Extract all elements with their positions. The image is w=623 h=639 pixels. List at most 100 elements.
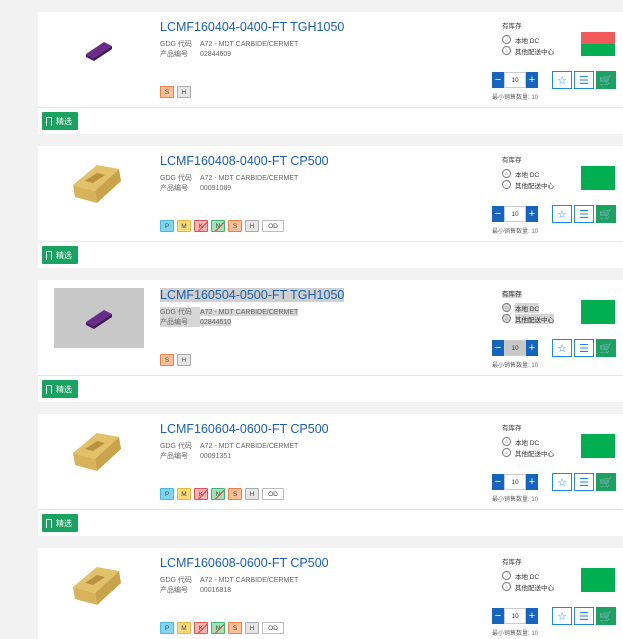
add-to-cart-button[interactable]: 🛒 bbox=[596, 339, 616, 357]
product-image[interactable] bbox=[54, 154, 144, 214]
add-to-cart-button[interactable]: 🛒 bbox=[596, 473, 616, 491]
product-title-link[interactable]: LCMF160608-0600-FT CP500 bbox=[160, 556, 329, 570]
quantity-stepper: − 10 + bbox=[492, 608, 538, 624]
distribution-icon: ⌂ bbox=[502, 448, 511, 457]
product-number-label: 产品编号 bbox=[160, 453, 188, 460]
warehouse-icon: ⌂ bbox=[502, 35, 511, 44]
product-image[interactable] bbox=[54, 422, 144, 482]
featured-button[interactable]: 精选 bbox=[42, 514, 78, 532]
star-icon: ☆ bbox=[557, 208, 567, 221]
product-number-label: 产品编号 bbox=[160, 317, 200, 327]
product-number-row: 产品编号 02844610 bbox=[160, 317, 232, 327]
list-icon: ☰ bbox=[579, 74, 589, 87]
quantity-input[interactable]: 10 bbox=[504, 206, 526, 222]
quantity-input[interactable]: 10 bbox=[504, 340, 526, 356]
product-image[interactable] bbox=[54, 556, 144, 616]
material-badge-s: S bbox=[160, 86, 174, 98]
warehouse-icon: ⌂ bbox=[502, 303, 511, 312]
decrease-quantity-button[interactable]: − bbox=[492, 340, 504, 356]
add-to-cart-button[interactable]: 🛒 bbox=[596, 607, 616, 625]
product-number-value: 02844609 bbox=[200, 51, 232, 58]
gdg-label: GDG 代码 bbox=[160, 41, 192, 48]
material-badges: P M K N S H OD bbox=[160, 220, 284, 232]
favorite-button[interactable]: ☆ bbox=[552, 607, 572, 625]
min-order-quantity: 最小销售数量: 10 bbox=[492, 95, 539, 101]
decrease-quantity-button[interactable]: − bbox=[492, 474, 504, 490]
product-card: LCMF160604-0600-FT CP500 GDG 代码 A72 - MDT… bbox=[38, 414, 623, 536]
compare-button[interactable]: ☰ bbox=[574, 205, 594, 223]
decrease-quantity-button[interactable]: − bbox=[492, 72, 504, 88]
product-title-link[interactable]: LCMF160604-0600-FT CP500 bbox=[160, 422, 329, 436]
other-dc-status bbox=[581, 44, 615, 56]
product-number-row: 产品编号 00016818 bbox=[160, 585, 231, 595]
product-image[interactable] bbox=[54, 288, 144, 348]
product-actions: ☆ ☰ 🛒 bbox=[552, 71, 616, 89]
quantity-input[interactable]: 10 bbox=[504, 608, 526, 624]
local-dc-status bbox=[581, 166, 615, 178]
cart-icon: 🛒 bbox=[599, 342, 613, 355]
favorite-button[interactable]: ☆ bbox=[552, 71, 572, 89]
favorite-button[interactable]: ☆ bbox=[552, 205, 572, 223]
featured-label: 精选 bbox=[56, 518, 72, 528]
compare-button[interactable]: ☰ bbox=[574, 607, 594, 625]
product-actions: ☆ ☰ 🛒 bbox=[552, 205, 616, 223]
favorite-button[interactable]: ☆ bbox=[552, 473, 572, 491]
decrease-quantity-button[interactable]: − bbox=[492, 206, 504, 222]
star-icon: ☆ bbox=[557, 342, 567, 355]
featured-button[interactable]: 精选 bbox=[42, 380, 78, 398]
add-to-cart-button[interactable]: 🛒 bbox=[596, 205, 616, 223]
cart-icon: 🛒 bbox=[599, 476, 613, 489]
increase-quantity-button[interactable]: + bbox=[526, 608, 538, 624]
quantity-stepper: − 10 + bbox=[492, 474, 538, 490]
material-badge-m: M bbox=[177, 622, 191, 634]
product-card: LCMF160504-0500-FT TGH1050 GDG 代码 A72 - M… bbox=[38, 280, 623, 402]
min-order-quantity: 最小销售数量: 10 bbox=[492, 229, 539, 235]
increase-quantity-button[interactable]: + bbox=[526, 72, 538, 88]
product-number-value: 02844610 bbox=[200, 319, 232, 326]
other-dc-status bbox=[581, 446, 615, 458]
gdg-code-row: GDG 代码 A72 - MDT CARBIDE/CERMET bbox=[160, 441, 298, 451]
product-image[interactable] bbox=[54, 20, 144, 80]
in-stock-label: 有库存 bbox=[502, 425, 522, 432]
featured-button[interactable]: 精选 bbox=[42, 112, 78, 130]
product-title-link[interactable]: LCMF160404-0400-FT TGH1050 bbox=[160, 20, 344, 34]
material-badge-m: M bbox=[177, 488, 191, 500]
compare-button[interactable]: ☰ bbox=[574, 339, 594, 357]
gdg-label: GDG 代码 bbox=[160, 577, 192, 584]
in-stock-label: 有库存 bbox=[502, 23, 522, 30]
gdg-code-row: GDG 代码 A72 - MDT CARBIDE/CERMET bbox=[160, 173, 298, 183]
list-icon: ☰ bbox=[579, 610, 589, 623]
other-dc-label: 其他配送中心 bbox=[515, 584, 554, 592]
favorite-button[interactable]: ☆ bbox=[552, 339, 572, 357]
min-order-quantity: 最小销售数量: 10 bbox=[492, 631, 539, 637]
compare-button[interactable]: ☰ bbox=[574, 473, 594, 491]
gdg-label: GDG 代码 bbox=[160, 307, 200, 317]
local-dc-label: 本地 DC bbox=[515, 439, 540, 447]
bookmark-icon bbox=[46, 384, 52, 394]
quantity-input[interactable]: 10 bbox=[504, 72, 526, 88]
stock-info: 有库存 ⌂ 本地 DC ⌂ 其他配送中心 bbox=[502, 288, 554, 324]
product-title-link[interactable]: LCMF160408-0400-FT CP500 bbox=[160, 154, 329, 168]
stock-status-indicator bbox=[581, 32, 615, 56]
local-dc-status bbox=[581, 568, 615, 580]
product-number-label: 产品编号 bbox=[160, 185, 188, 192]
product-title-link[interactable]: LCMF160504-0500-FT TGH1050 bbox=[160, 288, 345, 302]
increase-quantity-button[interactable]: + bbox=[526, 340, 538, 356]
add-to-cart-button[interactable]: 🛒 bbox=[596, 71, 616, 89]
material-badge-m: M bbox=[177, 220, 191, 232]
product-list: LCMF160404-0400-FT TGH1050 GDG 代码 A72 - M… bbox=[0, 0, 623, 639]
gdg-label: GDG 代码 bbox=[160, 443, 192, 450]
gdg-value: A72 - MDT CARBIDE/CERMET bbox=[200, 41, 299, 48]
material-badge-p: P bbox=[160, 488, 174, 500]
featured-button[interactable]: 精选 bbox=[42, 246, 78, 264]
product-number-row: 产品编号 02844609 bbox=[160, 49, 231, 59]
compare-button[interactable]: ☰ bbox=[574, 71, 594, 89]
quantity-stepper: − 10 + bbox=[492, 340, 538, 356]
increase-quantity-button[interactable]: + bbox=[526, 206, 538, 222]
distribution-icon: ⌂ bbox=[502, 46, 511, 55]
in-stock-label: 有库存 bbox=[502, 157, 522, 164]
local-dc-status bbox=[581, 300, 615, 312]
increase-quantity-button[interactable]: + bbox=[526, 474, 538, 490]
decrease-quantity-button[interactable]: − bbox=[492, 608, 504, 624]
quantity-input[interactable]: 10 bbox=[504, 474, 526, 490]
